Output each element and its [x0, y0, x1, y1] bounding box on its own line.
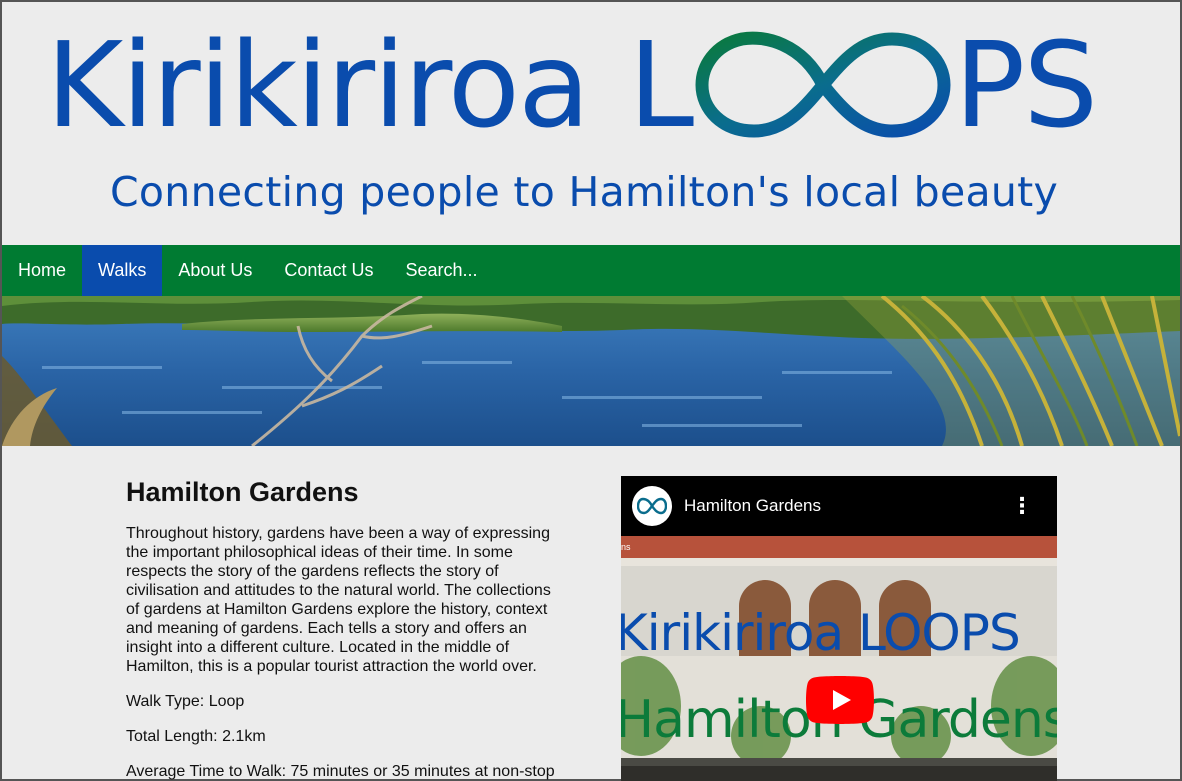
nav-item-search[interactable]: Search...: [389, 245, 493, 296]
video-overlay-logo: Kirikiriroa LOOPS: [621, 604, 1021, 662]
logo-letters-ps: PS: [954, 16, 1098, 154]
loops-logo-icon: [637, 497, 667, 515]
channel-name-fragment: ns: [621, 542, 631, 552]
walk-intro: Throughout history, gardens have been a …: [126, 524, 551, 675]
walk-type: Walk Type: Loop: [126, 692, 245, 710]
logo-loops: L PS: [628, 16, 1098, 154]
nav-item-contact-us[interactable]: Contact Us: [268, 245, 389, 296]
logo-word: Kirikiriroa: [46, 16, 590, 154]
walk-title: Hamilton Gardens: [126, 477, 359, 507]
hero-river-image: [2, 296, 1180, 446]
nav-item-about-us[interactable]: About Us: [162, 245, 268, 296]
infinity-loop-icon: [695, 31, 951, 138]
nav-item-walks[interactable]: Walks: [82, 245, 163, 296]
logo-letter-l: L: [628, 16, 694, 154]
site-logo[interactable]: Kirikiriroa L PS: [46, 16, 1098, 154]
walk-article: Hamilton Gardens Throughout history, gar…: [126, 477, 566, 781]
youtube-play-icon[interactable]: [806, 676, 874, 724]
youtube-embed[interactable]: Hamilton Gardens ⋮ ns Kirikiriroa LOOPS …: [621, 476, 1057, 781]
walk-total-length: Total Length: 2.1km: [126, 727, 266, 745]
site-tagline: Connecting people to Hamilton's local be…: [110, 168, 1059, 216]
walk-average-time: Average Time to Walk: 75 minutes or 35 m…: [126, 762, 555, 780]
video-title[interactable]: Hamilton Gardens: [684, 496, 1007, 516]
main-nav: Home Walks About Us Contact Us Search...: [2, 245, 1180, 296]
video-topbar: Hamilton Gardens ⋮: [621, 476, 1057, 536]
site-header: Kirikiriroa L PS Connecting people to Ha…: [2, 2, 1180, 245]
nav-item-home[interactable]: Home: [2, 245, 82, 296]
channel-avatar[interactable]: [632, 486, 672, 526]
kebab-menu-icon[interactable]: ⋮: [1007, 495, 1037, 517]
